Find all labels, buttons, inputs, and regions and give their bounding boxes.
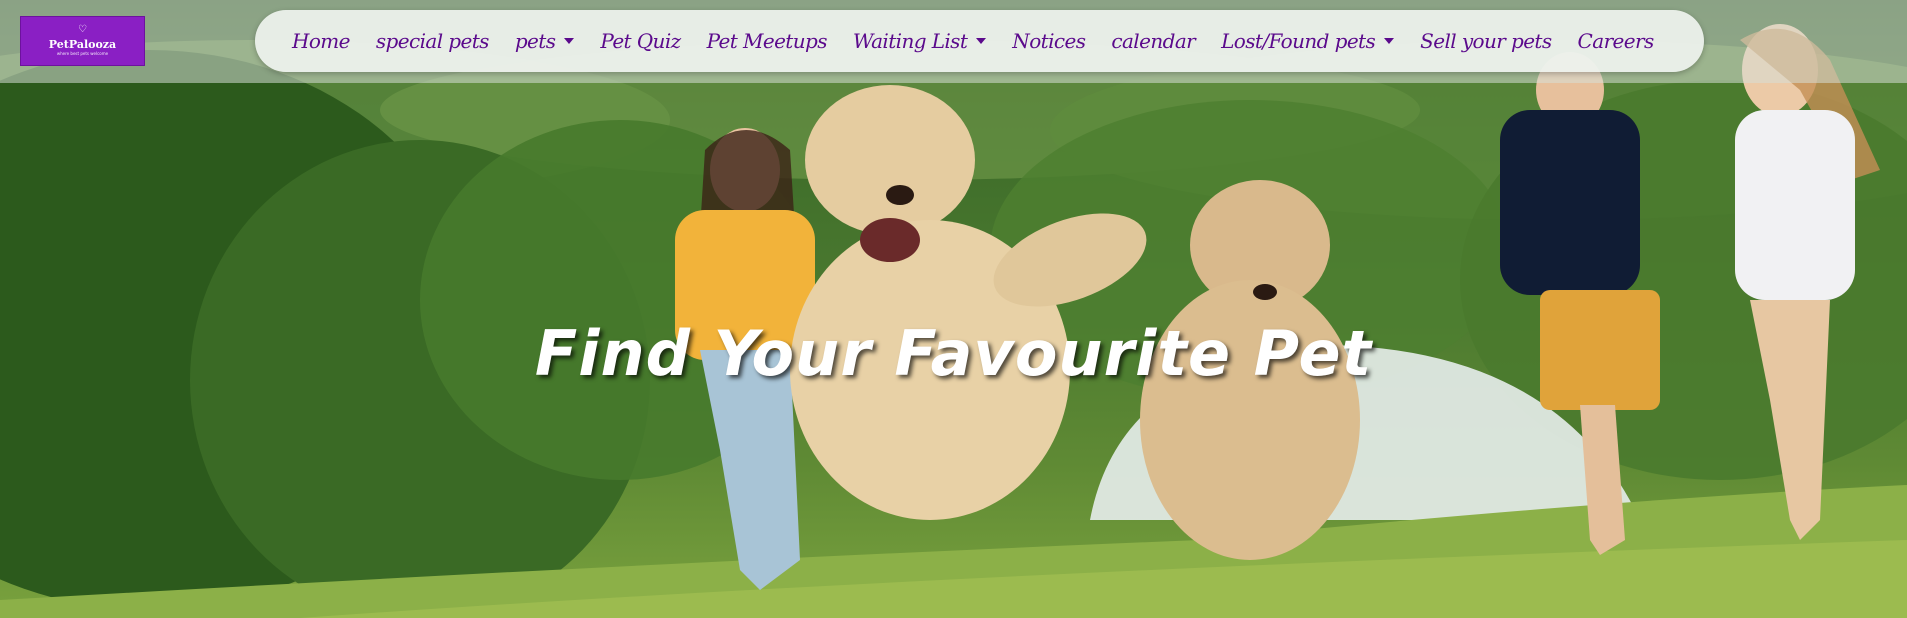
nav-item-careers[interactable]: Careers xyxy=(1565,29,1667,53)
nav-item-special-pets[interactable]: special pets xyxy=(363,29,502,53)
nav-item-label: Waiting List xyxy=(852,29,968,53)
nav-item-home[interactable]: Home xyxy=(279,29,363,53)
logo-name: PetPalooza xyxy=(48,38,117,51)
main-navigation: Home special pets pets Pet Quiz Pet Meet… xyxy=(255,10,1704,72)
nav-item-sell-your-pets[interactable]: Sell your pets xyxy=(1407,29,1564,53)
logo[interactable]: ♡ PetPalooza where best pets welcome xyxy=(20,16,145,66)
hero-banner: ♡ PetPalooza where best pets welcome Hom… xyxy=(0,0,1907,618)
nav-item-waiting-list[interactable]: Waiting List xyxy=(840,29,999,53)
nav-item-pets[interactable]: pets xyxy=(502,29,588,53)
chevron-down-icon xyxy=(976,38,987,44)
nav-item-label: Notices xyxy=(1012,29,1086,53)
nav-item-pet-quiz[interactable]: Pet Quiz xyxy=(587,29,693,53)
nav-item-label: Pet Quiz xyxy=(600,29,681,53)
nav-item-label: Careers xyxy=(1577,29,1655,53)
nav-item-label: Sell your pets xyxy=(1420,29,1552,53)
chevron-down-icon xyxy=(1384,38,1395,44)
nav-item-label: Home xyxy=(292,29,350,53)
nav-item-lost-found-pets[interactable]: Lost/Found pets xyxy=(1208,29,1407,53)
nav-item-pet-meetups[interactable]: Pet Meetups xyxy=(694,29,840,53)
nav-item-calendar[interactable]: calendar xyxy=(1098,29,1208,53)
nav-item-label: calendar xyxy=(1111,29,1196,53)
nav-item-label: Pet Meetups xyxy=(706,29,828,53)
nav-item-label: Lost/Found pets xyxy=(1221,29,1376,53)
logo-tagline: where best pets welcome xyxy=(56,51,109,56)
nav-item-label: pets xyxy=(514,29,556,53)
hero-background-image xyxy=(0,24,1907,618)
logo-heart-icon: ♡ xyxy=(78,24,87,35)
nav-item-label: special pets xyxy=(375,29,490,53)
chevron-down-icon xyxy=(564,38,575,44)
hero-headline: Find Your Favourite Pet xyxy=(534,316,1373,390)
nav-item-notices[interactable]: Notices xyxy=(999,29,1098,53)
